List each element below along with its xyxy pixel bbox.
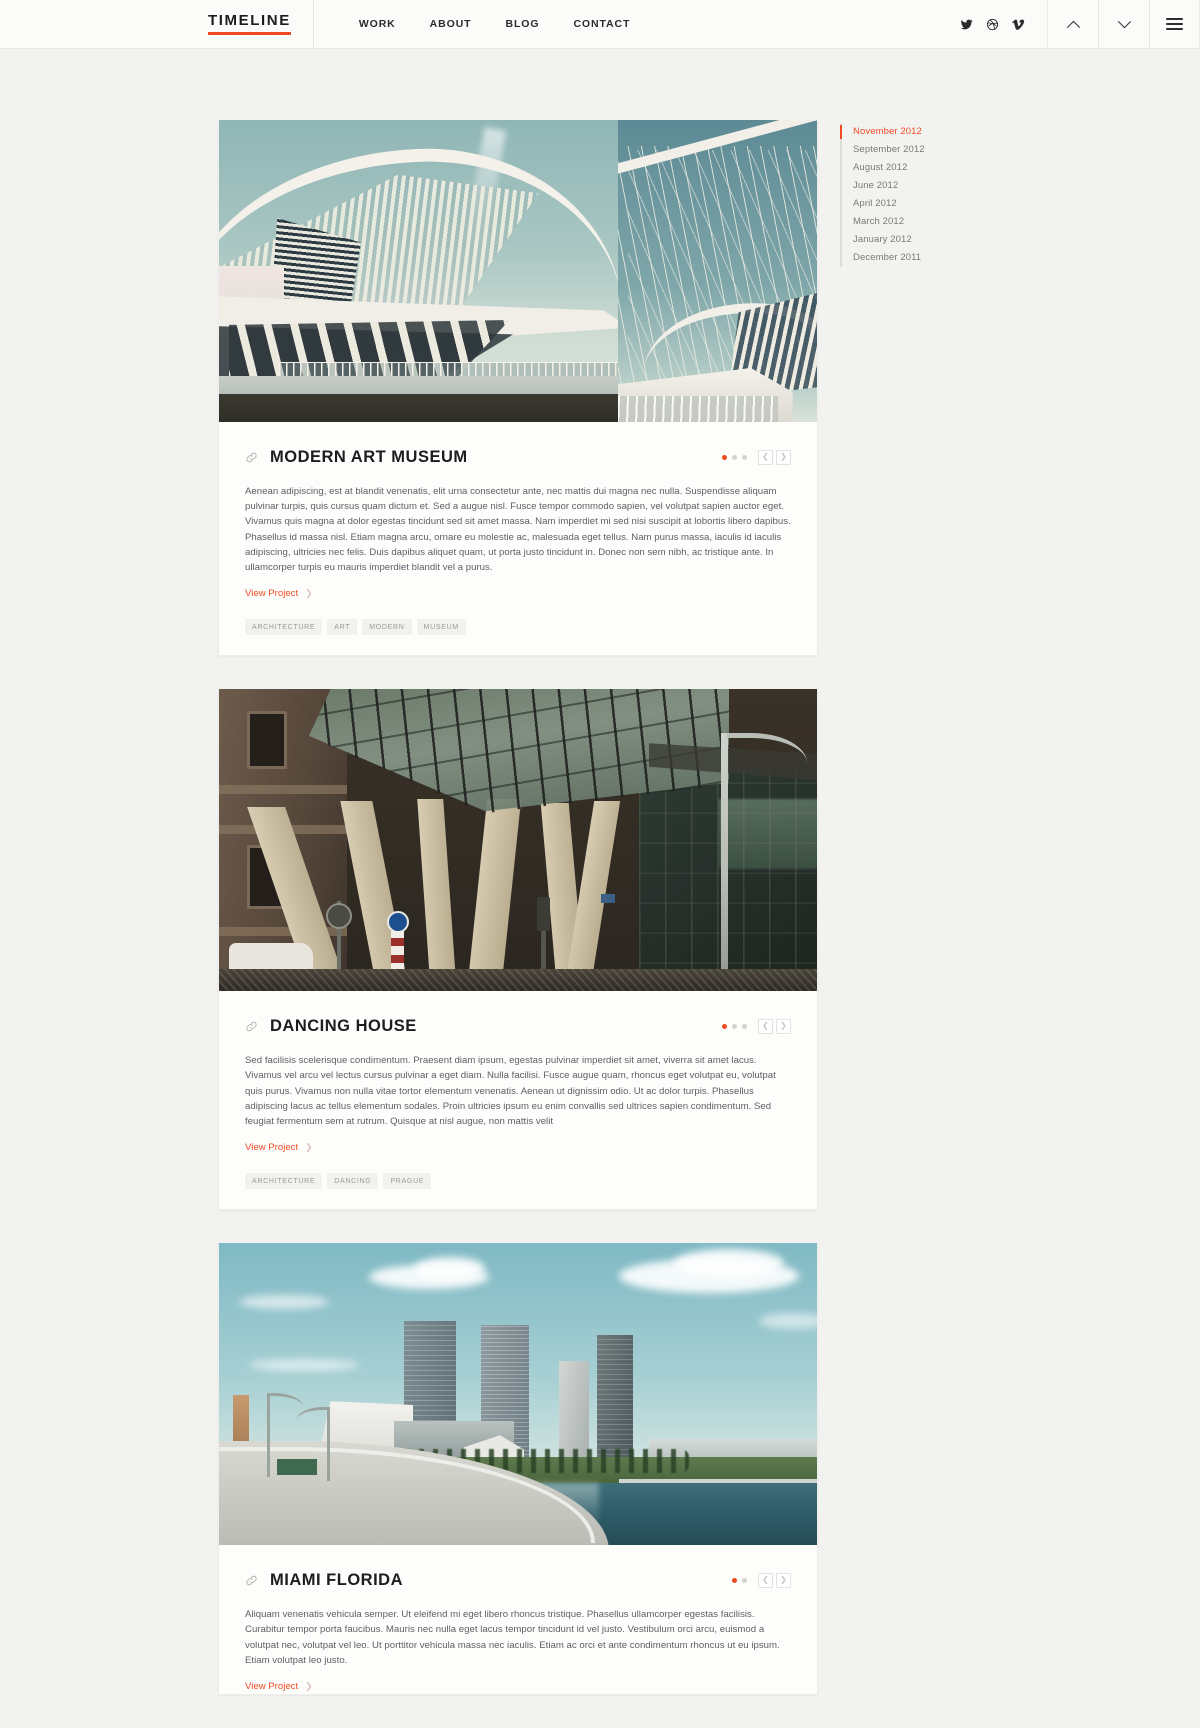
project-image[interactable] <box>219 1243 817 1546</box>
carousel-dot-3[interactable] <box>742 1023 747 1029</box>
nav-item-blog[interactable]: BLOG <box>489 0 557 49</box>
carousel-next-button[interactable]: ❯ <box>776 449 791 465</box>
project-description: Sed facilisis scelerisque condimentum. P… <box>245 1055 776 1128</box>
chevron-right-icon: ❯ <box>305 588 313 599</box>
hamburger-icon <box>1166 15 1183 33</box>
nav-item-work[interactable]: WORK <box>342 0 413 49</box>
carousel-controls: ❮ ❯ <box>722 1018 791 1034</box>
miami-photo <box>219 1243 817 1546</box>
view-project-label: View Project <box>245 1681 299 1693</box>
carousel-dot-1[interactable] <box>722 1023 727 1029</box>
project-card: DANCING HOUSE ❮ ❯ Sed facilisis sceleris… <box>218 689 818 1211</box>
timeline-item-june-2012[interactable]: June 2012 <box>842 177 970 195</box>
main-navigation: WORK ABOUT BLOG CONTACT <box>314 0 647 48</box>
twitter-icon[interactable] <box>960 18 973 31</box>
project-tags: ARCHITECTURE ART MODERN MUSEUM <box>245 619 791 655</box>
chevron-right-icon: ❯ <box>305 1681 313 1692</box>
tag[interactable]: MUSEUM <box>416 619 466 636</box>
page-title: MIAMI FLORIDA <box>270 1570 403 1589</box>
nav-item-about[interactable]: ABOUT <box>413 0 489 49</box>
link-icon <box>246 452 257 462</box>
carousel-arrows: ❮ ❯ <box>758 1572 791 1588</box>
project-card: MIAMI FLORIDA ❮ ❯ Aliquam venenatis vehi… <box>218 1243 818 1696</box>
timeline-navigation: November 2012 September 2012 August 2012… <box>840 123 970 267</box>
carousel-controls: ❮ ❯ <box>732 1572 791 1588</box>
social-links <box>960 0 1047 48</box>
project-card-body: MIAMI FLORIDA ❮ ❯ Aliquam venenatis vehi… <box>219 1545 817 1694</box>
logo-text: TIMELINE <box>208 12 291 30</box>
museum-photo-left <box>219 120 618 422</box>
timeline-item-september-2012[interactable]: September 2012 <box>842 141 970 159</box>
dribbble-icon[interactable] <box>986 18 999 31</box>
site-logo[interactable]: TIMELINE <box>208 0 313 48</box>
project-description: Aliquam venenatis vehicula semper. Ut el… <box>245 1609 780 1666</box>
timeline-item-march-2012[interactable]: March 2012 <box>842 213 970 231</box>
header-left-spacer <box>0 0 208 48</box>
tag[interactable]: ART <box>327 619 358 636</box>
vimeo-icon[interactable] <box>1012 18 1025 31</box>
project-card-header: MODERN ART MUSEUM ❮ ❯ <box>245 444 791 470</box>
view-project-label: View Project <box>245 588 299 600</box>
logo-underline <box>208 32 291 35</box>
view-project-label: View Project <box>245 1142 299 1154</box>
carousel-next-button[interactable]: ❯ <box>776 1572 791 1588</box>
carousel-dot-3[interactable] <box>742 454 747 460</box>
scroll-up-button[interactable] <box>1047 0 1098 48</box>
carousel-arrows: ❮ ❯ <box>758 1018 791 1034</box>
carousel-dots <box>722 454 747 460</box>
tag[interactable]: ARCHITECTURE <box>245 1173 323 1190</box>
tag[interactable]: DANCING <box>327 1173 379 1190</box>
project-description: Aenean adipiscing, est at blandit venena… <box>245 486 791 574</box>
carousel-dots <box>722 1023 747 1029</box>
carousel-dots <box>732 1577 747 1583</box>
carousel-dot-2[interactable] <box>732 1023 737 1029</box>
link-icon <box>246 1575 257 1585</box>
header-flex-gap <box>647 0 960 48</box>
carousel-dot-1[interactable] <box>722 454 727 460</box>
carousel-dot-1[interactable] <box>732 1577 737 1583</box>
timeline-item-january-2012[interactable]: January 2012 <box>842 231 970 249</box>
chevron-right-icon: ❯ <box>305 1142 313 1153</box>
page-title: MODERN ART MUSEUM <box>270 447 468 466</box>
view-project-link[interactable]: View Project ❯ <box>245 1681 313 1692</box>
timeline-item-november-2012[interactable]: November 2012 <box>840 123 970 141</box>
timeline-item-august-2012[interactable]: August 2012 <box>842 159 970 177</box>
carousel-dot-2[interactable] <box>742 1577 747 1583</box>
timeline-item-april-2012[interactable]: April 2012 <box>842 195 970 213</box>
project-card: MODERN ART MUSEUM ❮ ❯ Aenean adipiscing,… <box>218 120 818 657</box>
carousel-arrows: ❮ ❯ <box>758 449 791 465</box>
view-project-link[interactable]: View Project ❯ <box>245 1142 313 1153</box>
project-tags: ARCHITECTURE DANCING PRAGUE <box>245 1173 791 1209</box>
dancing-house-photo <box>219 689 817 992</box>
project-card-header: MIAMI FLORIDA ❮ ❯ <box>245 1567 791 1593</box>
carousel-prev-button[interactable]: ❮ <box>758 1018 773 1034</box>
project-image[interactable] <box>219 120 817 422</box>
project-image[interactable] <box>219 689 817 992</box>
carousel-prev-button[interactable]: ❮ <box>758 449 773 465</box>
menu-button[interactable] <box>1149 0 1200 48</box>
timeline-item-december-2011[interactable]: December 2011 <box>842 249 970 267</box>
link-icon <box>246 1021 257 1031</box>
view-project-link[interactable]: View Project ❯ <box>245 588 313 599</box>
carousel-next-button[interactable]: ❯ <box>776 1018 791 1034</box>
carousel-dot-2[interactable] <box>732 454 737 460</box>
project-card-body: DANCING HOUSE ❮ ❯ Sed facilisis sceleris… <box>219 991 817 1209</box>
project-list: MODERN ART MUSEUM ❮ ❯ Aenean adipiscing,… <box>218 120 818 1728</box>
nav-item-contact[interactable]: CONTACT <box>556 0 647 49</box>
museum-photo-right <box>617 120 817 422</box>
tag[interactable]: ARCHITECTURE <box>245 619 323 636</box>
tag[interactable]: PRAGUE <box>383 1173 432 1190</box>
scroll-down-button[interactable] <box>1098 0 1149 48</box>
carousel-prev-button[interactable]: ❮ <box>758 1572 773 1588</box>
page-title: DANCING HOUSE <box>270 1016 417 1035</box>
site-header: TIMELINE WORK ABOUT BLOG CONTACT <box>0 0 1200 49</box>
project-card-header: DANCING HOUSE ❮ ❯ <box>245 1013 791 1039</box>
project-card-body: MODERN ART MUSEUM ❮ ❯ Aenean adipiscing,… <box>219 422 817 655</box>
tag[interactable]: MODERN <box>362 619 412 636</box>
carousel-controls: ❮ ❯ <box>722 449 791 465</box>
